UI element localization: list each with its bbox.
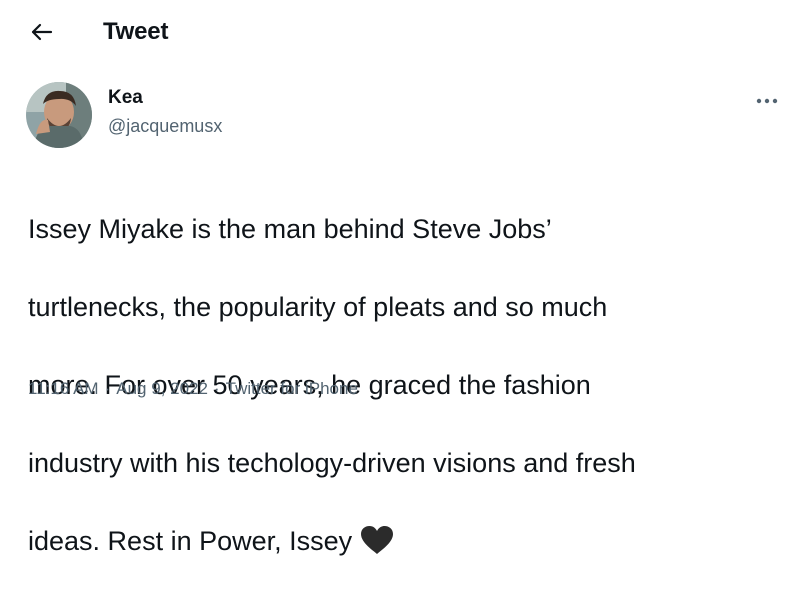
more-options-button[interactable] <box>752 90 782 112</box>
tweet-meta: 11:16 AM · Aug 9, 2022 · Twitter for iPhone <box>28 378 358 400</box>
author-handle[interactable]: @jacquemusx <box>108 114 222 138</box>
tweet-text-last-line: ideas. Rest in Power, Issey <box>28 522 788 566</box>
separator: · <box>104 379 111 398</box>
arrow-left-icon <box>31 23 53 41</box>
tweet-time[interactable]: 11:16 AM <box>28 379 99 398</box>
top-header: Tweet <box>0 0 800 64</box>
avatar[interactable] <box>26 82 92 148</box>
black-heart-icon <box>360 525 394 566</box>
author-display-name[interactable]: Kea <box>108 86 143 110</box>
tweet-text-line: ideas. Rest in Power, Issey <box>28 526 353 556</box>
back-button[interactable] <box>26 16 58 48</box>
more-horizontal-icon <box>756 98 778 104</box>
page-title: Tweet <box>103 18 169 45</box>
separator: · <box>213 379 220 398</box>
tweet-text-line: turtlenecks, the popularity of pleats an… <box>28 292 608 322</box>
tweet-text-line: Issey Miyake is the man behind Steve Job… <box>28 214 552 244</box>
tweet-source[interactable]: Twitter for iPhone <box>226 379 358 398</box>
tweet-date[interactable]: Aug 9, 2022 <box>116 379 208 398</box>
tweet-text-line: industry with his techology-driven visio… <box>28 448 636 478</box>
